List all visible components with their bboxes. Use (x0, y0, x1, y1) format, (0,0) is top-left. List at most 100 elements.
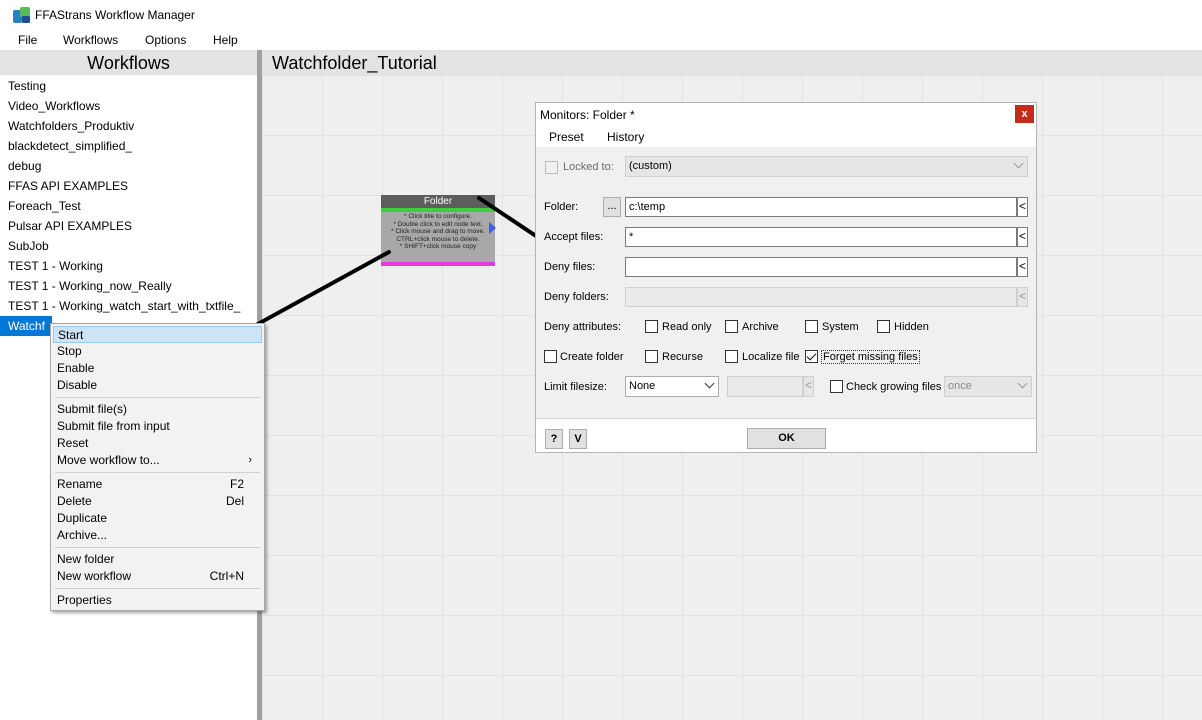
locked-to-value: (custom) (629, 160, 672, 172)
menu-options[interactable]: Options (145, 33, 186, 47)
check-growing-select[interactable]: once (944, 376, 1032, 397)
dialog-menu-history[interactable]: History (607, 130, 644, 144)
workflow-item[interactable]: Testing (0, 76, 257, 96)
workflows-header: Workflows (0, 50, 257, 75)
version-button[interactable]: V (569, 429, 587, 449)
ctx-item-label: Submit file from input (57, 419, 170, 433)
ctx-item-label: Delete (57, 494, 92, 508)
ctx-rename[interactable]: Rename F2 (53, 476, 262, 493)
ctx-start[interactable]: Start (53, 326, 262, 343)
locked-to-select[interactable]: (custom) (625, 156, 1028, 177)
localize-file-checkbox[interactable] (725, 350, 738, 363)
folder-side-arrow-icon[interactable]: < (1017, 197, 1028, 217)
ctx-disable[interactable]: Disable (53, 377, 262, 394)
workflow-item[interactable]: TEST 1 - Working_now_Really (0, 276, 257, 296)
folder-label: Folder: (544, 201, 579, 213)
folder-node[interactable]: Folder * Click title to configure. * Dou… (381, 195, 496, 266)
hidden-label: Hidden (894, 321, 929, 333)
ctx-item-label: Move workflow to... (57, 453, 160, 467)
workflow-item[interactable]: SubJob (0, 236, 257, 256)
deny-attributes-label: Deny attributes: (544, 321, 622, 333)
forget-missing-files-label: Forget missing files (821, 350, 920, 364)
ctx-shortcut: F2 (229, 477, 244, 491)
workflow-item[interactable]: TEST 1 - Working_watch_start_with_txtfil… (0, 296, 257, 316)
title-bar: FFAStrans Workflow Manager (0, 0, 1202, 30)
ctx-properties[interactable]: Properties (53, 592, 262, 609)
workflow-item[interactable]: Foreach_Test (0, 196, 257, 216)
create-folder-checkbox[interactable] (544, 350, 557, 363)
workflow-item[interactable]: TEST 1 - Working (0, 256, 257, 276)
dialog-footer: ? V OK (536, 420, 1036, 452)
ctx-move-workflow[interactable]: Move workflow to... › (53, 452, 262, 469)
ctx-item-label: New workflow (57, 569, 132, 583)
ctx-archive[interactable]: Archive... (53, 527, 262, 544)
limit-side-arrow-icon[interactable]: < (803, 376, 814, 397)
menu-workflows[interactable]: Workflows (63, 33, 118, 47)
ctx-enable[interactable]: Enable (53, 360, 262, 377)
dialog-menu-preset[interactable]: Preset (549, 130, 584, 144)
check-growing-files-checkbox[interactable] (830, 380, 843, 393)
limit-filesize-select[interactable]: None (625, 376, 719, 397)
ctx-item-label: Rename (57, 477, 103, 491)
folder-input[interactable]: c:\temp (625, 197, 1017, 217)
ctx-item-label: Submit file(s) (57, 402, 128, 416)
menu-help[interactable]: Help (213, 33, 238, 47)
deny-folders-label: Deny folders: (544, 291, 609, 303)
ctx-duplicate[interactable]: Duplicate (53, 510, 262, 527)
workflow-item[interactable]: Pulsar API EXAMPLES (0, 216, 257, 236)
locked-to-checkbox[interactable] (545, 161, 558, 174)
ctx-reset[interactable]: Reset (53, 435, 262, 452)
menu-file[interactable]: File (18, 33, 37, 47)
deny-folders-input[interactable] (625, 287, 1017, 307)
check-growing-files-label: Check growing files (846, 381, 942, 393)
system-checkbox[interactable] (805, 320, 818, 333)
folder-node-title[interactable]: Folder (381, 195, 495, 208)
hidden-checkbox[interactable] (877, 320, 890, 333)
limit-filesize-value: None (629, 380, 656, 392)
app-logo-icon (13, 7, 31, 24)
limit-amount-input[interactable] (727, 376, 803, 397)
read-only-label: Read only (662, 321, 712, 333)
dialog-title: Monitors: Folder * (540, 108, 635, 122)
node-error-bar (381, 262, 495, 266)
node-help-line: * Double click to edit node text. (393, 220, 483, 228)
ctx-submit-files[interactable]: Submit file(s) (53, 401, 262, 418)
recurse-label: Recurse (662, 351, 703, 363)
ok-button[interactable]: OK (747, 428, 826, 449)
ctx-item-label: Archive... (57, 528, 108, 542)
help-button[interactable]: ? (545, 429, 563, 449)
deny-folders-side-arrow-icon[interactable]: < (1017, 287, 1028, 307)
ctx-item-label: Start (58, 328, 84, 342)
node-output-arrow-icon[interactable] (489, 222, 496, 234)
archive-checkbox[interactable] (725, 320, 738, 333)
localize-file-label: Localize file (742, 351, 800, 363)
monitors-folder-dialog: Monitors: Folder * x Preset History Lock… (535, 102, 1037, 453)
chevron-down-icon (1017, 378, 1028, 389)
workflow-item[interactable]: debug (0, 156, 257, 176)
workflow-item[interactable]: Watchfolders_Produktiv (0, 116, 257, 136)
accept-files-label: Accept files: (544, 231, 604, 243)
workflow-item[interactable]: blackdetect_simplified_ (0, 136, 257, 156)
ctx-item-label: Enable (57, 361, 95, 375)
workflow-item[interactable]: FFAS API EXAMPLES (0, 176, 257, 196)
ctx-stop[interactable]: Stop (53, 343, 262, 360)
close-icon[interactable]: x (1015, 105, 1034, 123)
read-only-checkbox[interactable] (645, 320, 658, 333)
dialog-body: Locked to: (custom) Folder: ... c:\temp … (536, 147, 1036, 419)
recurse-checkbox[interactable] (645, 350, 658, 363)
accept-files-input[interactable]: * (625, 227, 1017, 247)
workflow-item[interactable]: Video_Workflows (0, 96, 257, 116)
workflow-item-selected[interactable]: Watchf (0, 316, 52, 336)
accept-side-arrow-icon[interactable]: < (1017, 227, 1028, 247)
deny-files-side-arrow-icon[interactable]: < (1017, 257, 1028, 277)
ctx-submit-file-from-input[interactable]: Submit file from input (53, 418, 262, 435)
ctx-new-workflow[interactable]: New workflow Ctrl+N (53, 568, 262, 585)
deny-files-input[interactable] (625, 257, 1017, 277)
ctx-delete[interactable]: Delete Del (53, 493, 262, 510)
create-folder-label: Create folder (560, 351, 624, 363)
browse-folder-button[interactable]: ... (603, 197, 621, 217)
forget-missing-files-checkbox[interactable] (805, 350, 818, 363)
dialog-menu-bar: Preset History (536, 127, 1036, 147)
ctx-new-folder[interactable]: New folder (53, 551, 262, 568)
chevron-down-icon (704, 378, 715, 389)
